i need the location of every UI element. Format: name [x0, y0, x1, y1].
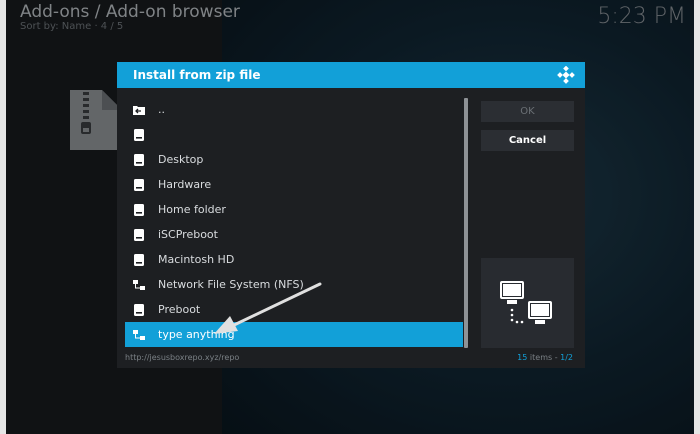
list-item-desktop[interactable]: Desktop — [125, 147, 463, 172]
list-item-label: Network File System (NFS) — [158, 278, 304, 291]
list-item-label: Home folder — [158, 203, 226, 216]
list-item-drive[interactable] — [125, 122, 463, 147]
list-item-parent[interactable]: .. — [125, 97, 463, 122]
install-from-zip-dialog: Install from zip file .. Desktop Hardwar… — [117, 62, 585, 368]
list-item-home-folder[interactable]: Home folder — [125, 197, 463, 222]
list-scrollbar[interactable] — [464, 98, 468, 348]
drive-icon — [132, 153, 146, 167]
list-item-nfs[interactable]: Network File System (NFS) — [125, 272, 463, 297]
item-count-suffix: items - — [529, 353, 561, 362]
list-item-hardware[interactable]: Hardware — [125, 172, 463, 197]
cancel-button[interactable]: Cancel — [481, 130, 574, 151]
list-item-preboot[interactable]: Preboot — [125, 297, 463, 322]
list-item-label: type anything — [158, 328, 235, 341]
parent-folder-icon — [132, 103, 146, 117]
list-item-type-anything[interactable]: type anything — [125, 322, 463, 347]
network-icon — [132, 278, 146, 292]
page-indicator: 1/2 — [560, 353, 573, 362]
drive-icon — [132, 253, 146, 267]
dialog-header: Install from zip file — [117, 62, 585, 88]
drive-icon — [132, 228, 146, 242]
network-icon — [132, 328, 146, 342]
item-count: 15 items - 1/2 — [517, 353, 573, 362]
list-item-label: Macintosh HD — [158, 253, 235, 266]
list-item-macintosh-hd[interactable]: Macintosh HD — [125, 247, 463, 272]
dialog-title: Install from zip file — [133, 68, 261, 82]
drive-icon — [132, 303, 146, 317]
list-item-label: Hardware — [158, 178, 212, 191]
list-item-iscpreboot[interactable]: iSCPreboot — [125, 222, 463, 247]
item-count-number: 15 — [517, 353, 528, 362]
list-item-label: Preboot — [158, 303, 201, 316]
current-path: http://jesusboxrepo.xyz/repo — [125, 353, 240, 362]
drive-icon — [132, 128, 146, 142]
list-item-label: Desktop — [158, 153, 204, 166]
list-item-label: iSCPreboot — [158, 228, 218, 241]
ok-button[interactable]: OK — [481, 101, 574, 122]
drive-icon — [132, 203, 146, 217]
network-computers-icon — [481, 258, 574, 348]
file-source-list: .. Desktop Hardware Home folder iSCPrebo… — [125, 97, 463, 347]
kodi-logo-icon — [557, 65, 575, 84]
list-item-label: .. — [158, 103, 165, 116]
drive-icon — [132, 178, 146, 192]
